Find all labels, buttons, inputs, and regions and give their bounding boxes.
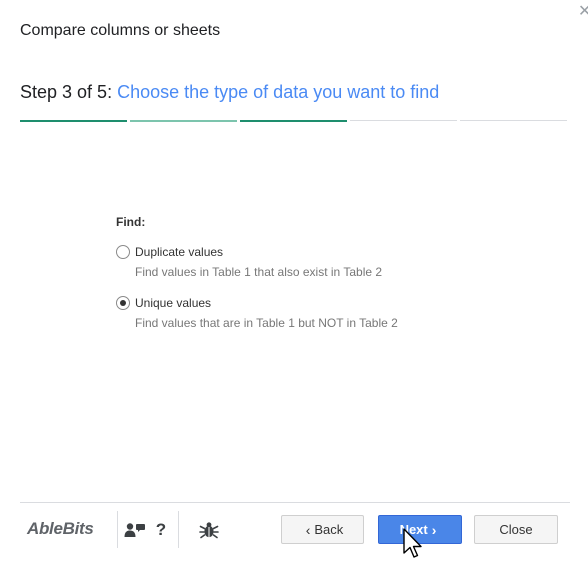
option-unique-values: Unique values Find values that are in Ta… — [116, 296, 476, 330]
footer-separator — [117, 511, 118, 548]
progress-segment-2 — [130, 120, 237, 122]
footer-separator — [178, 511, 179, 548]
back-button-label: Back — [314, 522, 344, 537]
duplicate-values-radio[interactable] — [116, 245, 130, 259]
step-counter: Step 3 of 5: — [20, 82, 118, 102]
compare-dialog: ✕ Compare columns or sheets Step 3 of 5:… — [0, 0, 588, 567]
contacts-icon[interactable] — [124, 519, 146, 541]
bug-report-icon[interactable] — [198, 519, 220, 541]
progress-segment-3 — [240, 120, 347, 122]
help-icon[interactable]: ? — [150, 519, 172, 541]
chevron-right-icon: › — [431, 521, 437, 538]
ablebits-logo: AbleBits — [27, 519, 94, 538]
progress-segment-5 — [460, 120, 567, 121]
duplicate-values-label[interactable]: Duplicate values — [135, 245, 223, 259]
progress-segment-4 — [350, 120, 457, 121]
unique-values-radio-row[interactable]: Unique values — [116, 296, 476, 310]
close-button[interactable]: Close — [474, 515, 558, 544]
dialog-title: Compare columns or sheets — [20, 22, 221, 39]
back-button[interactable]: ‹ Back — [281, 515, 364, 544]
duplicate-values-radio-row[interactable]: Duplicate values — [116, 245, 476, 259]
duplicate-values-description: Find values in Table 1 that also exist i… — [135, 265, 383, 279]
progress-segment-1 — [20, 120, 127, 122]
step-heading: Step 3 of 5: Choose the type of data you… — [20, 82, 439, 103]
footer-divider — [20, 502, 570, 503]
step-progress-bar — [20, 120, 567, 122]
find-label: Find: — [116, 215, 146, 229]
step-description: Choose the type of data you want to find — [117, 82, 440, 102]
help-glyph: ? — [155, 520, 167, 539]
next-button-label: Next — [399, 522, 428, 537]
unique-values-description: Find values that are in Table 1 but NOT … — [135, 316, 398, 330]
close-icon[interactable]: ✕ — [578, 4, 588, 20]
close-button-label: Close — [499, 522, 533, 537]
chevron-left-icon: ‹ — [305, 521, 311, 538]
option-duplicate-values: Duplicate values Find values in Table 1 … — [116, 245, 476, 279]
unique-values-label[interactable]: Unique values — [135, 296, 211, 310]
next-button[interactable]: Next › — [378, 515, 462, 544]
unique-values-radio[interactable] — [116, 296, 130, 310]
